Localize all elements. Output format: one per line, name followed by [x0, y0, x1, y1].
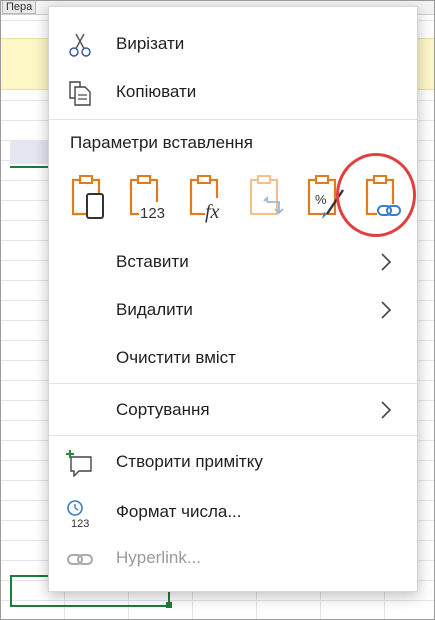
window-frame	[0, 0, 435, 620]
